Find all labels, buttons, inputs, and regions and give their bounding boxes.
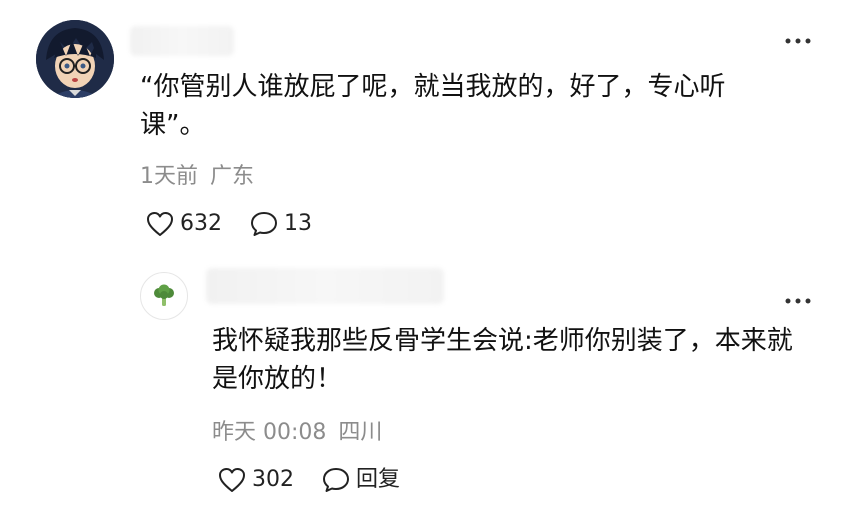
reply-label: 回复 (356, 467, 401, 492)
more-options-button[interactable] (784, 28, 812, 50)
heart-outline-icon (147, 212, 173, 236)
reply-count: 13 (284, 211, 312, 236)
comment-time: 1天前 (140, 164, 198, 189)
reply-more-options-button[interactable] (784, 288, 812, 310)
broccoli-icon (154, 284, 174, 306)
reply-text: 我怀疑我那些反骨学生会说:老师你别装了，本来就是你放的！ (212, 326, 793, 394)
speech-bubble-icon (323, 468, 349, 492)
commenter-username-blurred[interactable] (130, 26, 234, 56)
like-count: 632 (180, 211, 222, 236)
commenter-avatar[interactable] (36, 20, 114, 98)
heart-outline-icon (219, 468, 245, 492)
more-dots-icon (785, 298, 811, 304)
reply-location: 四川 (338, 420, 383, 445)
comment-replies-button[interactable]: 13 (250, 210, 312, 238)
like-button[interactable]: 632 (146, 210, 222, 238)
replier-username-blurred[interactable] (206, 268, 444, 304)
speech-bubble-icon (251, 212, 277, 236)
replier-avatar[interactable] (140, 272, 188, 320)
reply-meta: 昨天 00:08 四川 (212, 419, 382, 447)
more-dots-icon (785, 38, 811, 44)
reply-like-count: 302 (252, 467, 294, 492)
comment-text: “你管别人谁放屁了呢，就当我放的，好了，专心听课”。 (140, 72, 726, 140)
reply-button[interactable]: 回复 (322, 466, 400, 494)
reply-like-button[interactable]: 302 (218, 466, 294, 494)
comment-location: 广东 (210, 164, 255, 189)
reply-time: 昨天 00:08 (212, 420, 327, 445)
comment-meta: 1天前 广东 (140, 163, 254, 191)
anime-avatar-icon (36, 20, 114, 98)
